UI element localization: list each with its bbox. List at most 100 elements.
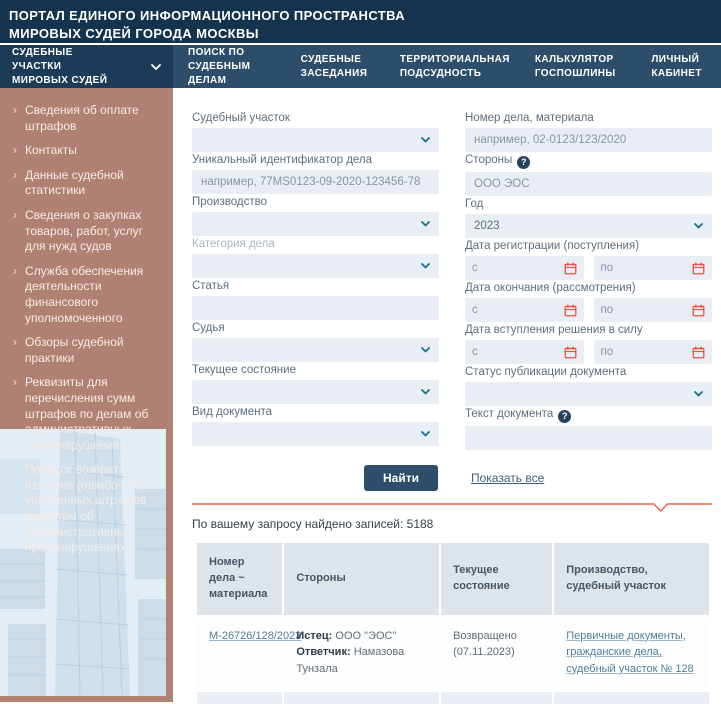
publication-status-select[interactable]	[465, 382, 712, 406]
column-header-parties: Стороны	[283, 542, 440, 616]
field-parties: Стороны? ООО ЭОС	[465, 154, 712, 196]
chevron-right-icon: ›	[13, 335, 17, 366]
nav-item-label: Территориальная подсудность	[400, 53, 505, 81]
sidebar-item-label: Обзоры судебной практики	[25, 335, 161, 366]
help-icon[interactable]: ?	[558, 410, 571, 423]
status-cell: Возвращено (15.09.2023)	[440, 691, 553, 704]
sidebar-item-label: Порядок возврата излишне (ошибочно) упла…	[25, 462, 161, 556]
end-date-to-input[interactable]: по	[594, 298, 713, 322]
current-state-select[interactable]	[192, 380, 439, 404]
field-current-state: Текущее состояние	[192, 364, 439, 404]
field-document-type: Вид документа	[192, 406, 439, 446]
show-all-link[interactable]: Показать все	[471, 471, 544, 485]
sidebar-item-fines-payment[interactable]: › Сведения об оплате штрафов	[13, 103, 161, 134]
nav-item-territorial-jurisdiction[interactable]: Территориальная подсудность	[400, 53, 505, 81]
effective-date-range: с по	[465, 340, 712, 364]
field-label: Статус публикации документа	[465, 366, 712, 379]
main-panel: Судебный участок Уникальный идентификато…	[173, 88, 721, 702]
case-uid-input[interactable]: например, 77MS0123-09-2020-123456-78	[192, 170, 439, 194]
input-placeholder: по	[601, 346, 614, 358]
field-label: Судебный участок	[192, 112, 439, 125]
status-cell: Возвращено (07.11.2023)	[440, 616, 553, 692]
field-document-text: Текст документа?	[465, 408, 712, 450]
form-column-right: Номер дела, материала например, 02-0123/…	[465, 112, 712, 452]
field-label: Дата окончания (рассмотрения)	[465, 282, 712, 295]
chevron-right-icon: ›	[13, 462, 17, 556]
year-select[interactable]: 2023	[465, 214, 712, 238]
sidebar-item-label: Контакты	[25, 143, 77, 159]
production-link[interactable]: Первичные документы, гражданские дела, с…	[566, 630, 694, 675]
sidebar-menu: › Сведения об оплате штрафов › Контакты …	[0, 88, 173, 585]
court-district-select[interactable]	[192, 128, 439, 152]
help-icon[interactable]: ?	[517, 156, 530, 169]
end-date-from-input[interactable]: с	[465, 298, 584, 322]
chevron-down-icon	[421, 431, 430, 437]
sidebar-item-fine-requisites[interactable]: › Реквизиты для перечисления сумм штрафо…	[13, 375, 161, 453]
reg-date-from-input[interactable]: с	[465, 256, 584, 280]
document-text-input[interactable]	[465, 426, 712, 450]
input-placeholder: например, 77MS0123-09-2020-123456-78	[201, 176, 420, 188]
sidebar-item-label: Сведения об оплате штрафов	[25, 103, 161, 134]
table-header-row: Номер дела ~ материала Стороны Текущее с…	[196, 542, 710, 616]
sidebar-item-procurement[interactable]: › Сведения о закупках товаров, работ, ус…	[13, 208, 161, 255]
chevron-down-icon	[421, 263, 430, 269]
chevron-right-icon: ›	[13, 208, 17, 255]
field-court-district: Судебный участок	[192, 112, 439, 152]
nav-item-personal-account[interactable]: Личный кабинет	[651, 53, 709, 81]
document-type-select[interactable]	[192, 422, 439, 446]
judge-select[interactable]	[192, 338, 439, 362]
nav-item-case-search[interactable]: Поиск по судебным делам	[188, 46, 271, 88]
chevron-right-icon: ›	[13, 375, 17, 453]
chevron-down-icon	[421, 137, 430, 143]
proceedings-select[interactable]	[192, 212, 439, 236]
field-label: Статья	[192, 280, 439, 293]
effective-date-to-input[interactable]: по	[594, 340, 713, 364]
nav-item-label: Судебные заседания	[301, 53, 370, 81]
sidebar-item-statistics[interactable]: › Данные судебной статистики	[13, 168, 161, 199]
case-category-select[interactable]	[192, 254, 439, 278]
chevron-right-icon: ›	[13, 103, 17, 134]
nav-item-label: Судебные участки мировых судей	[12, 46, 117, 88]
case-number-link[interactable]: М-26726/128/2023	[209, 630, 301, 642]
portal-title: Портал единого информационного пространс…	[9, 7, 529, 43]
nav-item-hearings[interactable]: Судебные заседания	[301, 53, 370, 81]
article-input[interactable]	[192, 296, 439, 320]
sidebar-item-label: Данные судебной статистики	[25, 168, 161, 199]
chevron-down-icon	[151, 64, 161, 70]
field-label: Судья	[192, 322, 439, 335]
input-placeholder: по	[601, 262, 614, 274]
parties-input[interactable]: ООО ЭОС	[465, 172, 712, 196]
sidebar-item-label: Сведения о закупках товаров, работ, услу…	[25, 208, 161, 255]
field-year: Год 2023	[465, 198, 712, 238]
sidebar-item-contacts[interactable]: › Контакты	[13, 143, 161, 159]
end-date-range: с по	[465, 298, 712, 322]
calendar-icon[interactable]	[692, 346, 705, 359]
nav-item-fee-calculator[interactable]: Калькулятор госпошлины	[535, 53, 622, 81]
calendar-icon[interactable]	[692, 262, 705, 275]
form-actions: Найти Показать все	[192, 465, 712, 491]
sidebar-item-label: Реквизиты для перечисления сумм штрафов …	[25, 375, 161, 453]
chevron-down-icon	[421, 347, 430, 353]
calendar-icon[interactable]	[692, 304, 705, 317]
calendar-icon[interactable]	[564, 304, 577, 317]
field-judge: Судья	[192, 322, 439, 362]
field-label: Вид документа	[192, 406, 439, 419]
field-registration-date: Дата регистрации (поступления) с по	[465, 240, 712, 280]
search-button[interactable]: Найти	[364, 465, 438, 491]
calendar-icon[interactable]	[564, 262, 577, 275]
nav-item-label: Калькулятор госпошлины	[535, 53, 622, 81]
nav-item-label: Личный кабинет	[651, 53, 709, 81]
page-header: Портал единого информационного пространс…	[0, 0, 721, 45]
field-case-uid: Уникальный идентификатор дела например, …	[192, 154, 439, 194]
sidebar-item-fine-refunds[interactable]: › Порядок возврата излишне (ошибочно) уп…	[13, 462, 161, 556]
column-header-case-number[interactable]: Номер дела ~ материала	[196, 542, 283, 616]
reg-date-to-input[interactable]: по	[594, 256, 713, 280]
sidebar-item-practice-reviews[interactable]: › Обзоры судебной практики	[13, 335, 161, 366]
calendar-icon[interactable]	[564, 346, 577, 359]
nav-item-court-districts[interactable]: Судебные участки мировых судей	[0, 45, 173, 88]
field-label: Уникальный идентификатор дела	[192, 154, 439, 167]
effective-date-from-input[interactable]: с	[465, 340, 584, 364]
case-number-input[interactable]: например, 02-0123/123/2020	[465, 128, 712, 152]
field-label: Текущее состояние	[192, 364, 439, 377]
sidebar-item-ombudsman-service[interactable]: › Служба обеспечения деятельности финанс…	[13, 264, 161, 326]
